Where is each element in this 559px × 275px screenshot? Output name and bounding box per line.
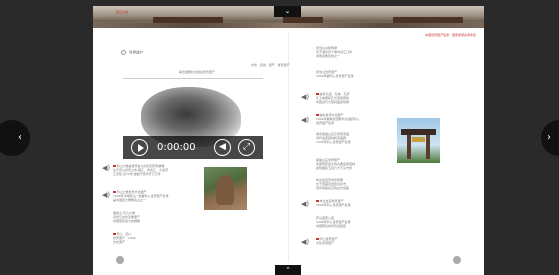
banner-right-note: 中国世界遗产名录 · 国家旅游资源丰富	[425, 33, 476, 37]
fullscreen-icon[interactable]: ⤢	[238, 139, 255, 156]
volume-icon[interactable]: ◀	[214, 139, 231, 156]
section-title-text: 世界遗产	[129, 50, 144, 55]
speaker-icon[interactable]: ◀)	[301, 201, 309, 208]
list-item: 避暑山庄世界遗产 中国现存最大的古典皇家园林 建筑面积五百六十万平方米	[316, 158, 356, 170]
divider	[123, 78, 263, 79]
list-item: 武当山古建筑群 位于湖北省十堰市丹江口市 中国道教圣地之一	[316, 46, 353, 58]
video-time: 0:00:00	[157, 142, 196, 153]
page-corner-right[interactable]	[453, 256, 461, 264]
temple-gate-photo	[397, 118, 440, 163]
banner-title: 丽江古城	[116, 10, 129, 14]
section-number-icon	[121, 50, 126, 55]
speaker-icon[interactable]: ◀)	[102, 165, 110, 172]
list-item: 承德避暑山庄及周围寺庙 清代皇家园林和寺庙群 1994年列入世界遗产名录	[316, 132, 351, 144]
previous-page-button[interactable]: ‹	[0, 120, 30, 156]
play-icon[interactable]	[131, 139, 148, 156]
scroll-up-button[interactable]: ⌃	[275, 265, 301, 275]
list-item: 武当山世界遗产 1994年被列入世界遗产名录	[316, 70, 354, 78]
list-item: 乐山 · 四川 世界遗产 · 1996 文化遗产	[113, 232, 136, 244]
leshan-buddha-photo	[204, 167, 247, 210]
speaker-icon[interactable]: ◀)	[301, 239, 309, 246]
page-corner-left[interactable]	[116, 256, 124, 264]
meta-line-2: 联合国教科文组织世界遗产	[179, 70, 216, 74]
speaker-icon[interactable]: ◀)	[301, 94, 309, 101]
video-player[interactable]: 0:00:00 ◀ ⤢	[123, 81, 263, 159]
section-title: 世界遗产	[121, 50, 143, 56]
list-item: 曲阜孔庙、孔林、孔府 孔子故居和孔氏家族墓地 中国古代大型祠庙建筑群	[316, 92, 350, 104]
list-item: 曲阜世界文化遗产 1994年被联合国教科文组织列入 世界遗产名录	[316, 113, 360, 125]
list-item: 布达拉宫历史建筑群 位于西藏自治区拉萨市 世界海拔最高的古代宫殿	[316, 178, 350, 190]
menu-dropdown-button[interactable]: ⌄	[274, 6, 301, 17]
list-item: 乐山大佛是世界最大的石刻弥勒佛像 位于四川省乐山市,岷江、青衣江、大渡河 汇流处…	[113, 164, 168, 176]
book-spread: 丽江古城 中国世界遗产名录 · 国家旅游资源丰富 世界遗产 文化 · 自然 · …	[93, 6, 484, 275]
next-page-button[interactable]: ›	[541, 120, 559, 156]
speaker-icon[interactable]: ◀)	[301, 117, 309, 124]
list-item: 庐山世界遗产 文化景观遗产	[316, 237, 338, 245]
list-item: 庐山国家公园 1996年列入世界遗产名录 中国著名的风景名胜区	[316, 216, 351, 228]
meta-line-1: 文化 · 自然 · 遗产 · 世界遗产	[251, 63, 290, 67]
list-item: 峨眉山-乐山大佛 自然与文化双重遗产 中国现存最大的佛像	[113, 211, 141, 223]
video-controls: 0:00:00 ◀ ⤢	[123, 136, 263, 159]
list-item: 布达拉宫世界遗产 1994年列入世界遗产名录	[316, 199, 351, 207]
list-item: 乐山大佛世界文化遗产 1996年与峨眉山一起被列入世界遗产名录 是中国四大佛教名…	[113, 190, 169, 202]
speaker-icon[interactable]: ◀)	[102, 192, 110, 199]
